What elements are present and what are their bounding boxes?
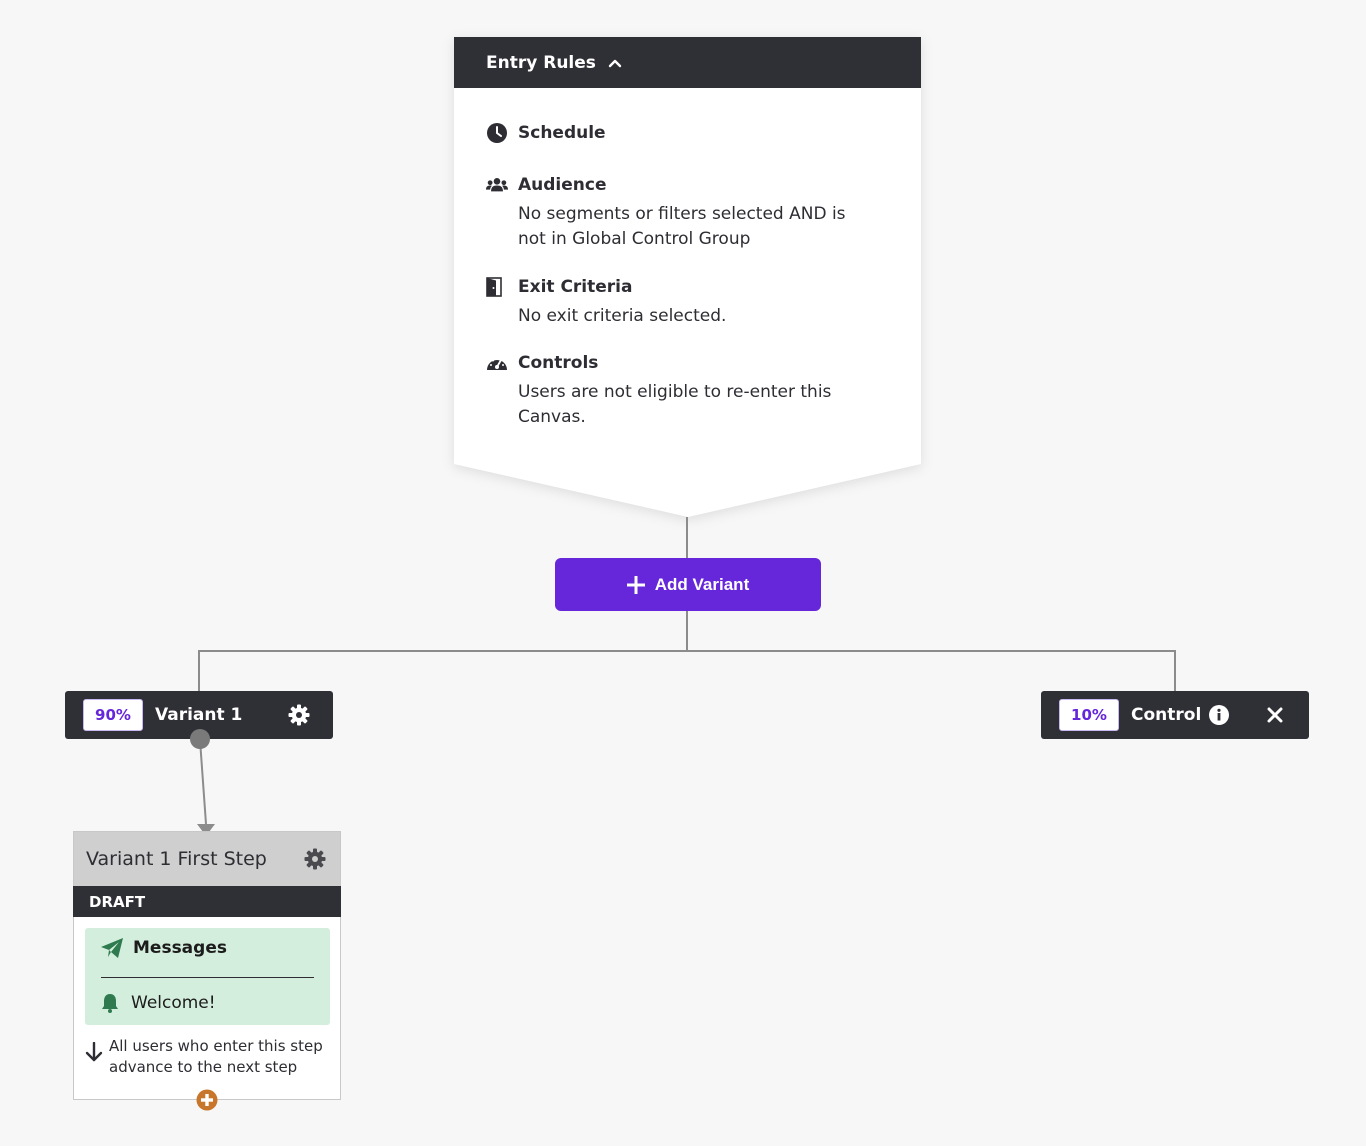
add-variant-label: Add Variant bbox=[654, 574, 750, 594]
connector-branch-right bbox=[1174, 650, 1176, 692]
door-exit-icon bbox=[486, 276, 508, 298]
clock-icon bbox=[486, 122, 508, 144]
add-variant-button[interactable]: Add Variant bbox=[555, 558, 821, 611]
users-icon bbox=[486, 174, 508, 196]
step-header[interactable]: Variant 1 First Step bbox=[74, 832, 340, 886]
variant-1-name: Variant 1 bbox=[155, 705, 243, 725]
paper-plane-icon bbox=[101, 938, 123, 958]
rule-audience[interactable]: Audience No segments or filters selected… bbox=[486, 172, 906, 252]
connector-entry-to-add bbox=[686, 517, 688, 559]
rule-exit-criteria-title: Exit Criteria bbox=[518, 277, 633, 297]
gauge-icon bbox=[486, 352, 508, 374]
control-bar[interactable]: 10% Control bbox=[1041, 691, 1309, 739]
rule-audience-title: Audience bbox=[518, 175, 607, 195]
rule-controls-description: Users are not eligible to re-enter this … bbox=[518, 380, 906, 430]
rule-audience-line-1: No segments or filters selected AND is bbox=[518, 204, 846, 224]
rule-controls-line-1: Users are not eligible to re-enter this bbox=[518, 382, 832, 402]
messages-label: Messages bbox=[133, 938, 227, 958]
rule-exit-criteria[interactable]: Exit Criteria No exit criteria selected. bbox=[486, 274, 906, 329]
control-name: Control bbox=[1131, 705, 1202, 725]
variant-1-percent-input[interactable]: 90% bbox=[83, 699, 143, 731]
message-item[interactable]: Welcome! bbox=[101, 993, 216, 1013]
rule-audience-description: No segments or filters selected AND is n… bbox=[518, 202, 906, 252]
arrow-down-icon bbox=[85, 1042, 103, 1078]
advance-rule: All users who enter this step advance to… bbox=[85, 1036, 335, 1078]
control-percent-input[interactable]: 10% bbox=[1059, 699, 1119, 731]
step-title: Variant 1 First Step bbox=[86, 848, 267, 870]
connector-branch-horizontal bbox=[198, 650, 1176, 652]
rule-exit-criteria-description: No exit criteria selected. bbox=[518, 304, 906, 329]
rule-controls-line-2: Canvas. bbox=[518, 407, 586, 427]
messages-divider bbox=[101, 977, 314, 978]
messages-header: Messages bbox=[101, 938, 227, 958]
connector-add-to-branch bbox=[686, 611, 688, 652]
plus-circle-icon[interactable] bbox=[196, 1089, 218, 1111]
entry-rules-title: Entry Rules bbox=[486, 52, 596, 73]
advance-text-line-2: advance to the next step bbox=[109, 1058, 298, 1076]
gear-icon[interactable] bbox=[304, 848, 326, 870]
rule-controls-title: Controls bbox=[518, 353, 599, 373]
entry-rules-card: Entry Rules Schedule Audience No segment… bbox=[454, 37, 921, 517]
message-name: Welcome! bbox=[131, 993, 216, 1013]
chevron-up-icon[interactable] bbox=[608, 58, 622, 68]
close-icon[interactable] bbox=[1267, 707, 1283, 723]
connector-branch-left bbox=[198, 650, 200, 692]
rule-schedule-title: Schedule bbox=[518, 123, 606, 143]
bell-icon bbox=[101, 993, 119, 1013]
variant-1-step-card[interactable]: Variant 1 First Step DRAFT Messages Welc… bbox=[73, 831, 341, 1100]
variant-1-step-connector bbox=[190, 729, 215, 836]
entry-rules-header[interactable]: Entry Rules bbox=[454, 37, 921, 88]
step-status-badge: DRAFT bbox=[73, 886, 341, 917]
rule-exit-criteria-line-1: No exit criteria selected. bbox=[518, 306, 727, 326]
rule-schedule[interactable]: Schedule bbox=[486, 120, 906, 146]
messages-section[interactable]: Messages Welcome! bbox=[85, 928, 330, 1025]
info-icon[interactable] bbox=[1209, 705, 1230, 725]
advance-text-line-1: All users who enter this step bbox=[109, 1037, 323, 1055]
rule-audience-line-2: not in Global Control Group bbox=[518, 229, 751, 249]
plus-icon bbox=[626, 575, 645, 594]
gear-icon[interactable] bbox=[288, 704, 310, 726]
rule-controls[interactable]: Controls Users are not eligible to re-en… bbox=[486, 350, 906, 430]
